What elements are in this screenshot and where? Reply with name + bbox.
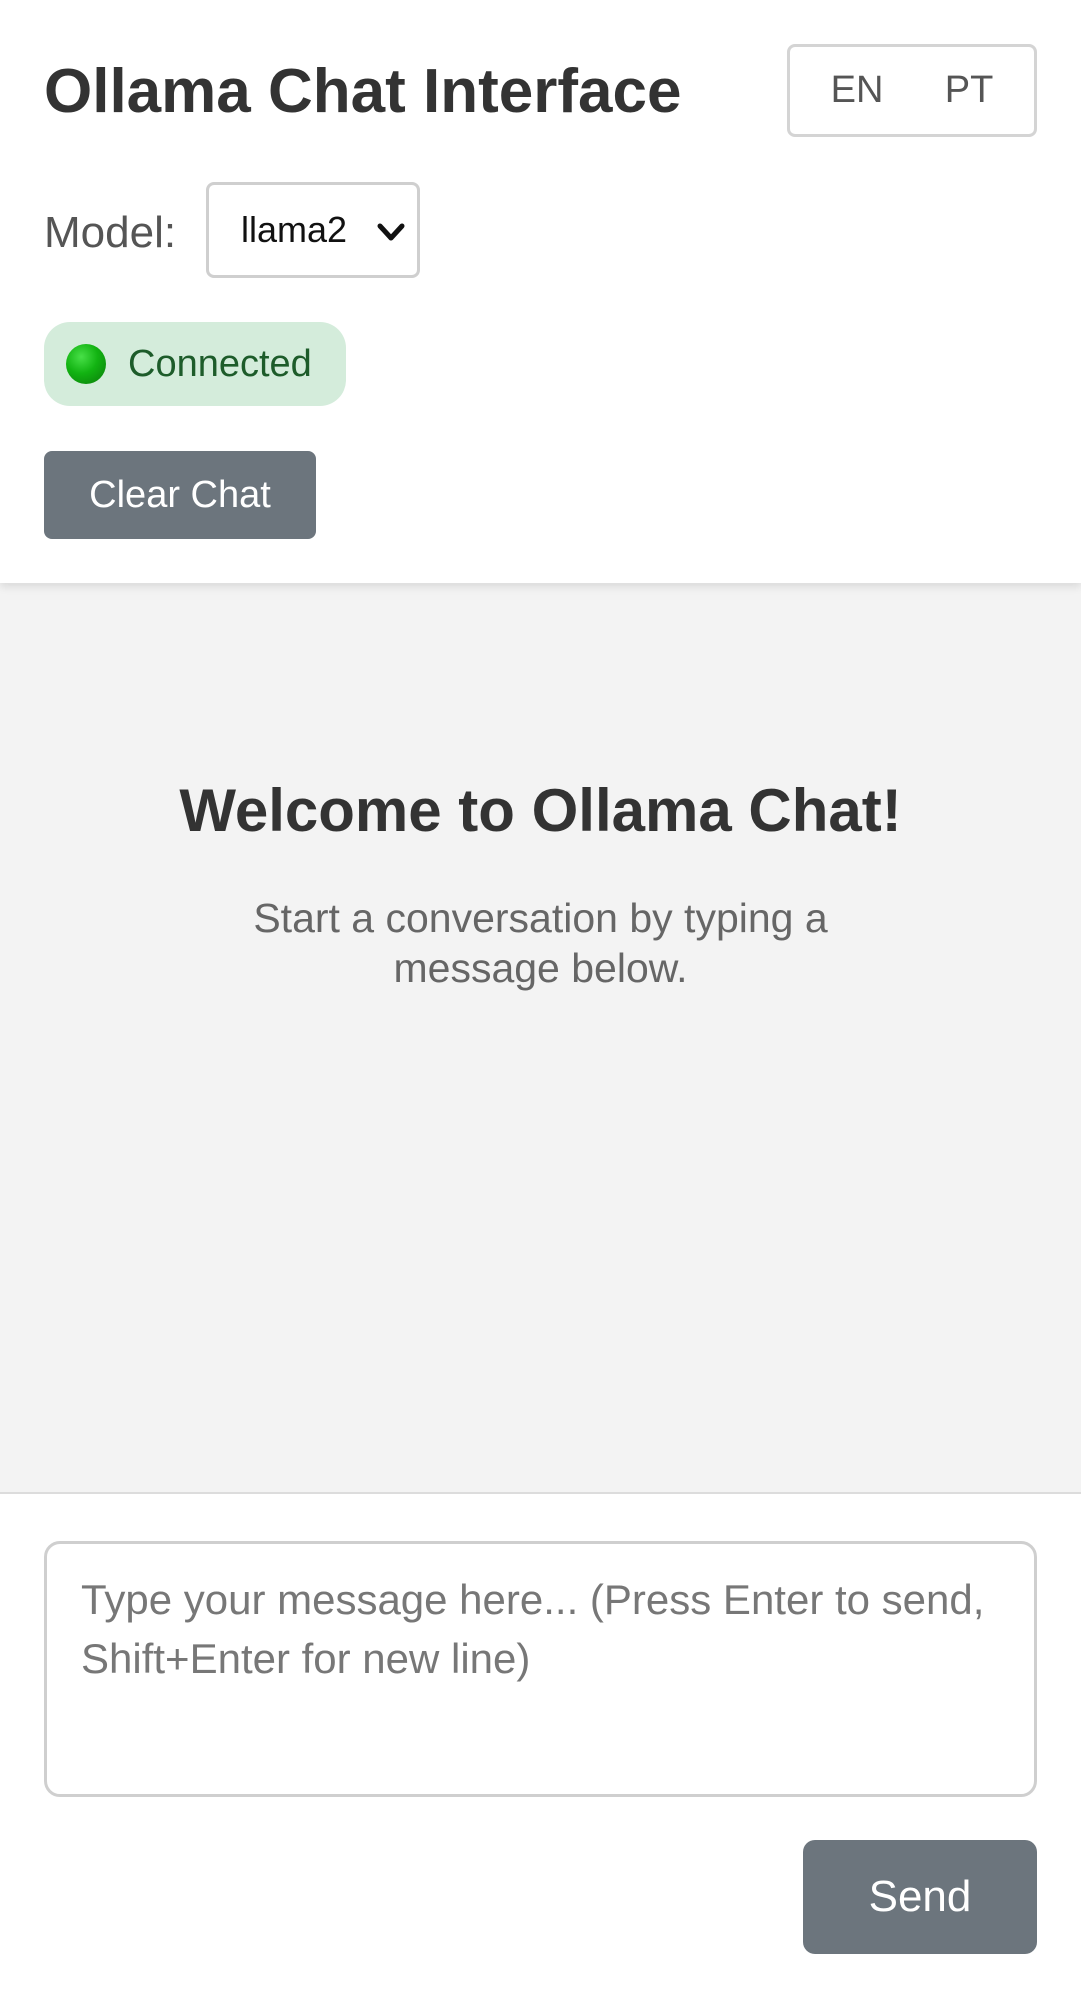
message-composer: Send	[0, 1494, 1081, 1999]
language-en-button[interactable]: EN	[811, 61, 904, 120]
status-badge: Connected	[44, 322, 346, 406]
app-header: Ollama Chat Interface EN PT Model: llama…	[0, 0, 1081, 583]
model-label: Model:	[44, 208, 177, 257]
chevron-down-icon	[377, 223, 405, 241]
language-switcher: EN PT	[787, 44, 1037, 137]
model-select[interactable]: llama2	[206, 182, 420, 278]
model-select-value: llama2	[241, 209, 348, 250]
welcome-subtitle: Start a conversation by typing a message…	[253, 895, 828, 991]
page-title: Ollama Chat Interface	[44, 57, 682, 126]
chat-messages-area[interactable]: Welcome to Ollama Chat! Start a conversa…	[0, 583, 1081, 1494]
clear-chat-button[interactable]: Clear Chat	[44, 451, 316, 539]
welcome-title: Welcome to Ollama Chat!	[179, 777, 902, 844]
message-input[interactable]	[44, 1541, 1037, 1797]
status-dot-icon	[66, 344, 106, 384]
language-pt-button[interactable]: PT	[925, 61, 1014, 120]
status-text: Connected	[128, 342, 312, 385]
send-button[interactable]: Send	[803, 1840, 1037, 1954]
